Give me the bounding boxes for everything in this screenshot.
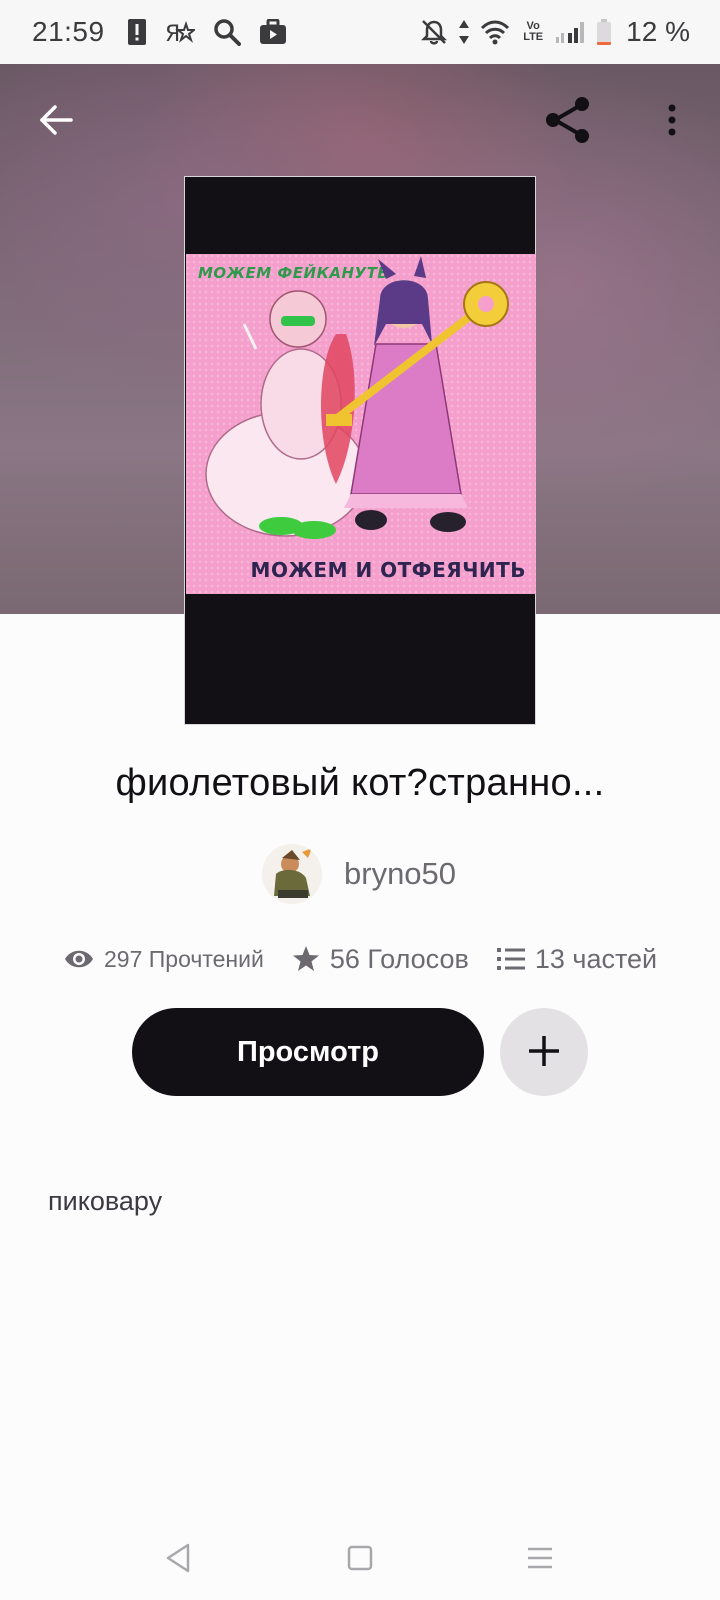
stat-parts: 13 частей [496, 943, 658, 975]
list-icon [496, 947, 525, 971]
bell-off-icon [420, 18, 448, 46]
stat-reads: 297 Прочтений [64, 946, 264, 973]
nav-home-button[interactable] [338, 1538, 382, 1582]
back-triangle-icon [165, 1543, 191, 1578]
book-cover[interactable]: МОЖЕМ ФЕЙКАНУТЬ МОЖЕМ И ОТФЕЯЧИТЬ [184, 176, 536, 725]
briefcase-icon [259, 19, 287, 45]
cover-illustration: МОЖЕМ ФЕЙКАНУТЬ МОЖЕМ И ОТФЕЯЧИТЬ [186, 254, 536, 594]
search-icon [213, 18, 241, 46]
wifi-icon [480, 19, 510, 45]
stat-parts-text: 13 частей [534, 943, 658, 974]
arrow-left-icon [38, 102, 74, 143]
stat-votes: 56 Голосов [292, 944, 469, 975]
share-icon [543, 95, 593, 150]
status-left: 21:59 Я [32, 16, 287, 48]
battery-percent: 12 % [626, 16, 690, 47]
star-icon [292, 945, 320, 973]
nav-back-button[interactable] [156, 1538, 200, 1582]
battery-icon [596, 18, 612, 46]
volte-icon: Vo LTE [520, 21, 546, 43]
ya-app-icon: Я [165, 18, 195, 46]
system-nav-bar [0, 1520, 720, 1600]
back-button[interactable] [24, 90, 88, 154]
status-right: Vo LTE 12 % [420, 16, 690, 48]
svg-text:Я: Я [165, 22, 180, 46]
author-link[interactable]: bryno50 [262, 842, 456, 906]
story-stats: 297 Прочтений 56 Голосов 13 частей [64, 936, 685, 982]
signal-icon [556, 19, 586, 45]
cover-text-bottom: МОЖЕМ И ОТФЕЯЧИТЬ [250, 558, 526, 582]
menu-lines-icon [526, 1546, 554, 1575]
volte-label: Vo LTE [523, 20, 544, 43]
read-button[interactable]: Просмотр [132, 1008, 484, 1096]
author-name: bryno50 [344, 856, 457, 891]
avatar [262, 844, 322, 904]
status-time: 21:59 [32, 16, 105, 47]
alert-icon [127, 18, 147, 46]
more-vertical-icon [666, 102, 678, 143]
add-to-library-button[interactable] [500, 1008, 588, 1096]
story-title: фиолетовый кот?странно... [115, 762, 605, 804]
stat-reads-text: 297 Прочтений [104, 945, 264, 972]
stat-votes-text: 56 Голосов [329, 943, 469, 974]
plus-icon [526, 1033, 562, 1072]
cover-characters [205, 256, 509, 539]
status-bar: 21:59 Я Vo LTE 12 % [0, 0, 720, 64]
more-button[interactable] [640, 90, 704, 154]
home-square-icon [347, 1545, 373, 1576]
data-arrows-icon [458, 18, 470, 46]
eye-icon [64, 948, 94, 970]
share-button[interactable] [536, 90, 600, 154]
story-description: пиковару [48, 1186, 163, 1216]
nav-menu-button[interactable] [518, 1538, 562, 1582]
